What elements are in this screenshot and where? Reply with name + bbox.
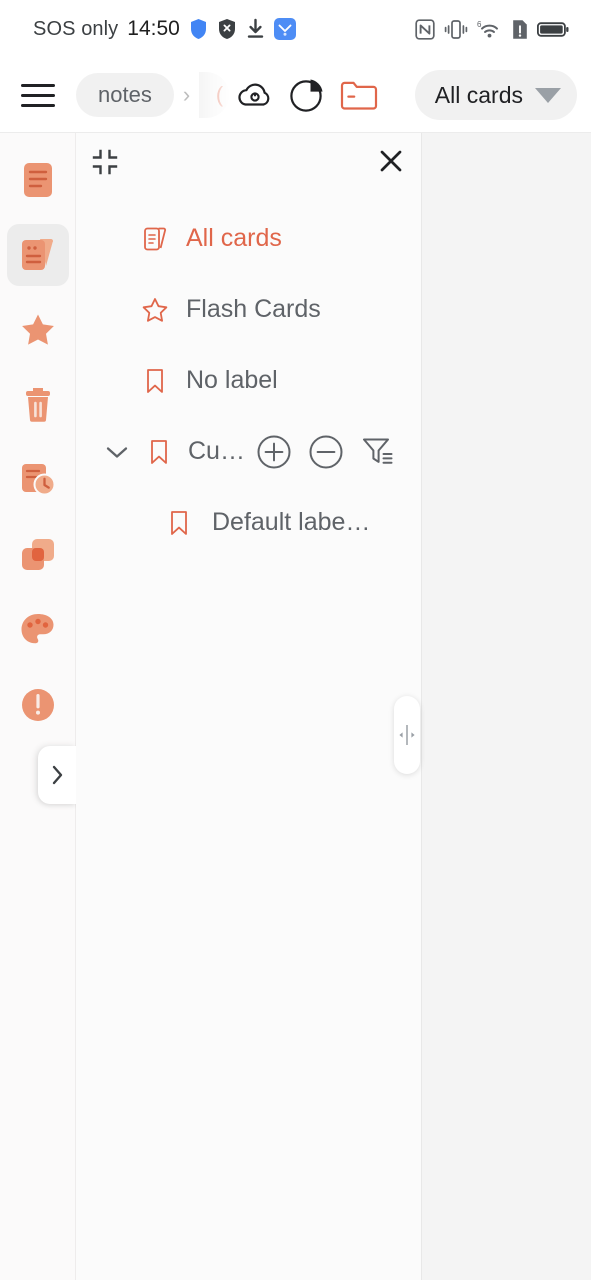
breadcrumb-separator: › xyxy=(182,82,191,107)
hamburger-icon[interactable] xyxy=(16,73,60,117)
shield-blue-icon xyxy=(190,19,206,39)
bookmark-icon xyxy=(142,438,176,466)
caret-down-icon xyxy=(535,87,561,103)
sidebar-item-about[interactable] xyxy=(7,674,69,736)
menu-item-default-label[interactable]: Default labe… xyxy=(76,487,421,558)
sidebar-item-themes[interactable] xyxy=(7,599,69,661)
breadcrumb-notes[interactable]: notes xyxy=(76,73,174,117)
sidebar-item-reminders[interactable] xyxy=(7,449,69,511)
star-outline-icon xyxy=(138,296,172,324)
clock-label: 14:50 xyxy=(127,17,180,40)
all-cards-filter-label: All cards xyxy=(434,81,523,108)
sidebar-item-cards[interactable] xyxy=(6,224,69,286)
carrier-label: SOS only xyxy=(33,17,119,40)
menu-item-default-label-label: Default labe… xyxy=(212,508,371,536)
plus-circle-icon[interactable] xyxy=(248,426,300,478)
cloud-sync-icon[interactable] xyxy=(229,69,281,121)
sim-alert-icon xyxy=(513,19,527,39)
collapse-corners-icon[interactable] xyxy=(84,141,126,183)
chevron-right-icon xyxy=(52,765,63,785)
bookmark-icon xyxy=(162,509,196,537)
sidebar-item-trash[interactable] xyxy=(7,374,69,436)
breadcrumb-fade xyxy=(199,72,230,118)
battery-icon xyxy=(537,21,569,37)
all-cards-filter-button[interactable]: All cards xyxy=(414,70,577,120)
star-icon xyxy=(21,314,54,345)
label-menu: All cards Flash Cards No label Cu… Defau… xyxy=(76,191,421,558)
status-bar: SOS only 14:50 6 xyxy=(0,0,591,58)
note-list-icon xyxy=(23,163,52,197)
shield-x-icon xyxy=(218,19,235,39)
app-screen: SOS only 14:50 6 notes › All cards All c… xyxy=(0,0,591,1280)
panel-resize-handle[interactable] xyxy=(394,696,420,774)
app-blue-icon xyxy=(273,18,296,40)
app-body: All cards Flash Cards No label Cu… Defau… xyxy=(0,133,591,1280)
label-panel: All cards Flash Cards No label Cu… Defau… xyxy=(76,133,422,1280)
rail-expand-button[interactable] xyxy=(38,746,76,804)
pie-chart-icon[interactable] xyxy=(281,69,333,121)
sidebar-item-templates[interactable] xyxy=(7,524,69,586)
wifi-6-icon: 6 xyxy=(477,20,498,37)
bookmark-icon xyxy=(138,367,172,395)
menu-item-no-label[interactable]: No label xyxy=(76,345,421,416)
sidebar-item-notes[interactable] xyxy=(7,149,69,211)
trash-icon xyxy=(25,388,50,422)
menu-item-flash-cards-label: Flash Cards xyxy=(186,295,321,323)
content-area xyxy=(422,133,591,1280)
panel-header xyxy=(76,133,421,191)
menu-item-flash-cards[interactable]: Flash Cards xyxy=(76,274,421,345)
alert-circle-icon xyxy=(21,689,54,721)
breadcrumb-clipped[interactable]: ( xyxy=(199,72,230,118)
minus-circle-icon[interactable] xyxy=(300,426,352,478)
menu-item-no-label-label: No label xyxy=(186,366,278,394)
folder-icon[interactable] xyxy=(333,69,385,121)
status-bar-left: SOS only 14:50 xyxy=(33,17,296,41)
palette-icon xyxy=(21,614,53,644)
status-bar-right: 6 xyxy=(415,18,569,40)
note-clock-icon xyxy=(21,464,55,496)
menu-group-custom-label: Cu… xyxy=(188,437,245,465)
chevron-down-icon[interactable] xyxy=(98,442,136,462)
breadcrumb-label: notes xyxy=(98,82,152,107)
svg-text:6: 6 xyxy=(477,20,482,29)
close-icon[interactable] xyxy=(369,139,413,183)
download-icon xyxy=(247,18,264,38)
top-toolbar: notes › ( All car xyxy=(0,58,591,133)
menu-item-all-cards-label: All cards xyxy=(186,224,282,252)
menu-item-all-cards[interactable]: All cards xyxy=(76,203,421,274)
cards-icon xyxy=(138,225,172,253)
left-rail xyxy=(0,133,76,1280)
menu-group-custom[interactable]: Cu… xyxy=(76,416,421,487)
layers-icon xyxy=(21,539,54,570)
nfc-icon xyxy=(415,18,435,40)
cards-stack-icon xyxy=(21,239,53,270)
vibrate-icon xyxy=(444,19,468,39)
resize-handle-icon xyxy=(399,725,415,745)
filter-list-icon[interactable] xyxy=(352,426,404,478)
sidebar-item-favorites[interactable] xyxy=(7,299,69,361)
